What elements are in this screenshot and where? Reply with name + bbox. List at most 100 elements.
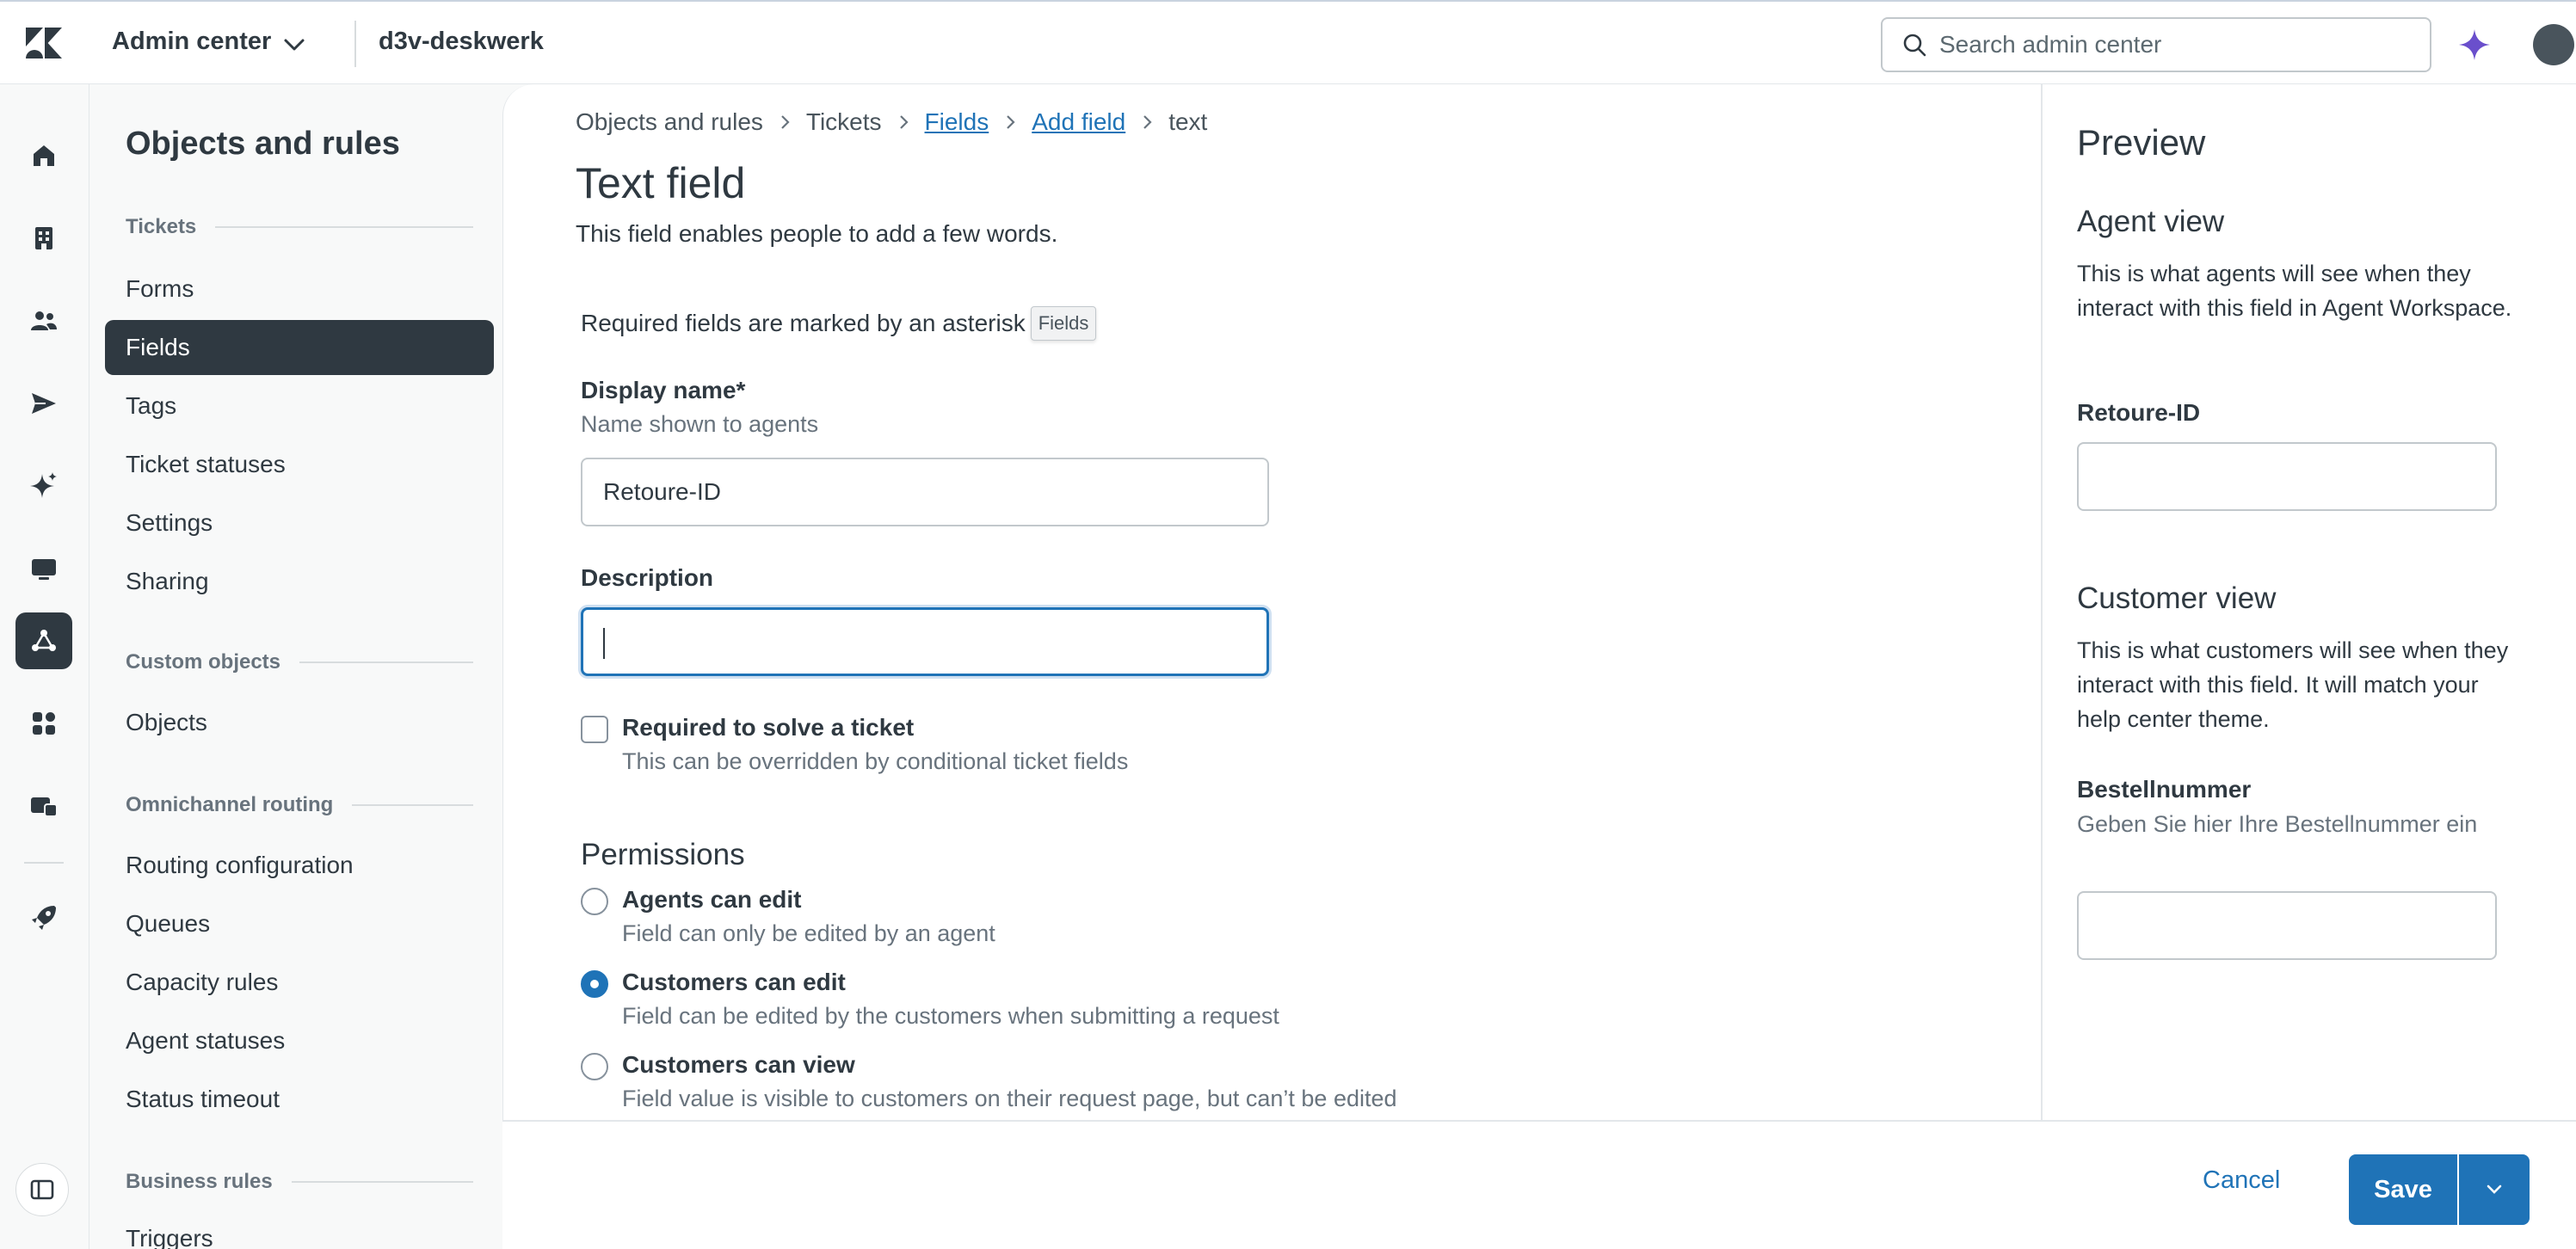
product-rail xyxy=(0,84,89,1249)
agent-view-text: This is what agents will see when they i… xyxy=(2077,261,2512,321)
display-name-hint: Name shown to agents xyxy=(581,411,819,437)
rail-divider xyxy=(24,862,64,864)
rail-apps-integrations[interactable] xyxy=(15,778,72,834)
subnav-section-omnichannel-routing: Omnichannel routing xyxy=(126,793,473,817)
tooltip: Fields xyxy=(1030,306,1097,341)
top-bar: Admin center d3v-deskwerk xyxy=(0,0,2576,84)
zendesk-logo-icon[interactable] xyxy=(26,28,62,58)
chevron-down-icon[interactable] xyxy=(280,31,308,58)
customer-view-text: This is what customers will see when the… xyxy=(2077,637,2509,732)
agent-preview-input xyxy=(2077,442,2497,511)
agent-preview-field-label: Retoure-ID xyxy=(2077,399,2201,426)
paper-plane-icon xyxy=(32,393,56,414)
sidebar-toggle-icon xyxy=(30,1179,54,1200)
rail-people[interactable] xyxy=(15,292,72,349)
customer-preview-field-label: Bestellnummer xyxy=(2077,776,2252,803)
subnav-item-agent-statuses[interactable]: Agent statuses xyxy=(105,1013,494,1068)
breadcrumb-objects-and-rules: Objects and rules xyxy=(576,108,763,135)
subnav-item-fields[interactable]: Fields xyxy=(105,320,494,375)
breadcrumb: Objects and rules Tickets Fields Add fie… xyxy=(576,108,1207,136)
customer-preview-field-hint: Geben Sie hier Ihre Bestellnummer ein xyxy=(2077,811,2478,837)
integrations-icon xyxy=(31,797,58,817)
subnav-section-custom-objects: Custom objects xyxy=(126,650,473,674)
page-title: Text field xyxy=(576,159,746,207)
permission-agents-edit-radio[interactable] xyxy=(581,888,608,915)
objects-rules-icon xyxy=(32,630,56,651)
subnav-item-triggers[interactable]: Triggers xyxy=(105,1211,494,1249)
permission-customers-edit-hint: Field can be edited by the customers whe… xyxy=(622,1003,1279,1029)
subnav-item-tags[interactable]: Tags xyxy=(105,378,494,434)
display-name-label: Display name* xyxy=(581,377,746,403)
rail-setup[interactable] xyxy=(15,889,72,946)
subnav-item-sharing[interactable]: Sharing xyxy=(105,554,494,609)
chevron-right-icon xyxy=(1007,115,1015,129)
subnav-item-forms[interactable]: Forms xyxy=(105,261,494,317)
permission-agents-edit-label[interactable]: Agents can edit xyxy=(622,886,801,914)
rail-objects-and-rules[interactable] xyxy=(15,612,72,669)
customer-preview-input xyxy=(2077,891,2497,960)
breadcrumb-add-field-link[interactable]: Add field xyxy=(1032,108,1125,136)
rocket-icon xyxy=(32,906,56,930)
agent-view-heading: Agent view xyxy=(2077,205,2225,238)
permission-customers-view-radio[interactable] xyxy=(581,1053,608,1080)
required-to-solve-label[interactable]: Required to solve a ticket xyxy=(622,714,914,741)
rail-home[interactable] xyxy=(15,127,72,184)
rail-apps[interactable] xyxy=(15,695,72,752)
chevron-right-icon xyxy=(781,115,790,129)
description-input[interactable] xyxy=(581,607,1269,676)
search-input[interactable] xyxy=(1939,31,2404,58)
subnav-item-settings[interactable]: Settings xyxy=(105,495,494,551)
permission-agents-edit-hint: Field can only be edited by an agent xyxy=(622,920,995,946)
subnav-item-queues[interactable]: Queues xyxy=(105,896,494,951)
building-icon xyxy=(35,227,52,249)
subnav-item-objects[interactable]: Objects xyxy=(105,695,494,750)
sparkle-icon xyxy=(30,472,57,498)
page-subtitle: This field enables people to add a few w… xyxy=(576,220,1058,247)
monitor-icon xyxy=(32,559,56,580)
search-icon xyxy=(1903,34,1926,57)
permission-customers-view-hint: Field value is visible to customers on t… xyxy=(622,1086,1397,1111)
apps-grid-icon xyxy=(33,712,55,735)
permission-customers-edit-radio[interactable] xyxy=(581,970,608,998)
rail-workspaces[interactable] xyxy=(15,540,72,597)
required-fields-note: Required fields are marked by an asteris… xyxy=(581,306,1097,341)
subnav-item-ticket-statuses[interactable]: Ticket statuses xyxy=(105,437,494,492)
search-box[interactable] xyxy=(1881,17,2431,72)
rail-channels[interactable] xyxy=(15,375,72,432)
subnav-title: Objects and rules xyxy=(126,126,400,162)
subnav-item-routing-configuration[interactable]: Routing configuration xyxy=(105,838,494,893)
permission-customers-edit-label[interactable]: Customers can edit xyxy=(622,969,846,996)
permissions-heading: Permissions xyxy=(581,838,745,871)
subnav-section-business-rules: Business rules xyxy=(126,1170,473,1194)
required-to-solve-hint: This can be overridden by conditional ti… xyxy=(622,748,1129,774)
rail-ai[interactable] xyxy=(15,458,72,514)
subnav-item-capacity-rules[interactable]: Capacity rules xyxy=(105,955,494,1010)
ai-sparkle-icon[interactable] xyxy=(2457,28,2492,62)
breadcrumb-fields-link[interactable]: Fields xyxy=(925,108,989,136)
collapse-nav-button[interactable] xyxy=(15,1163,69,1216)
text-caret xyxy=(603,628,605,659)
home-icon xyxy=(34,145,54,166)
required-to-solve-checkbox[interactable] xyxy=(581,716,608,743)
display-name-input[interactable] xyxy=(581,458,1269,526)
secondary-nav: Objects and rules Tickets Forms Fields T… xyxy=(89,84,502,1249)
permission-customers-view-label[interactable]: Customers can view xyxy=(622,1051,855,1079)
chevron-down-icon xyxy=(2487,1184,2502,1194)
breadcrumb-tickets: Tickets xyxy=(805,108,882,135)
footer-bar: Cancel Save xyxy=(502,1120,2576,1249)
customer-view-heading: Customer view xyxy=(2077,581,2277,615)
subnav-item-status-timeout[interactable]: Status timeout xyxy=(105,1072,494,1127)
account-name: d3v-deskwerk xyxy=(379,28,544,55)
preview-title: Preview xyxy=(2077,122,2206,163)
user-avatar[interactable] xyxy=(2533,24,2574,65)
chevron-right-icon xyxy=(1143,115,1152,129)
cancel-button[interactable]: Cancel xyxy=(2203,1166,2280,1195)
header-divider xyxy=(354,21,356,67)
save-options-button[interactable] xyxy=(2459,1154,2530,1225)
main-content: Objects and rules Tickets Fields Add fie… xyxy=(502,84,2041,1120)
breadcrumb-current: text xyxy=(1168,108,1208,135)
product-switcher-label[interactable]: Admin center xyxy=(112,28,271,56)
rail-account[interactable] xyxy=(15,210,72,267)
people-icon xyxy=(31,311,57,330)
save-button[interactable]: Save xyxy=(2349,1154,2457,1225)
